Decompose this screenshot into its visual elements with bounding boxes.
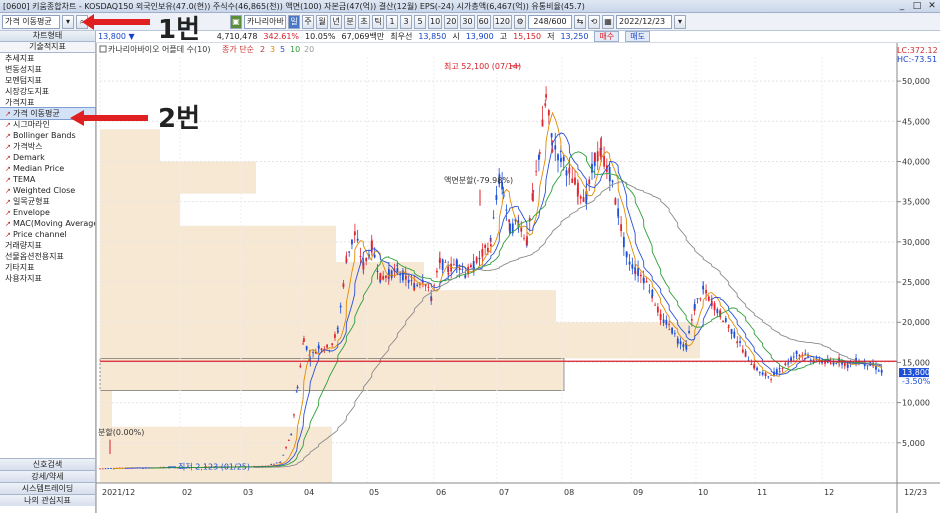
annotation-label-1: 1번 <box>158 15 201 45</box>
arrow-2-icon <box>70 110 148 126</box>
annotation-label-2: 2번 <box>158 104 201 134</box>
annotation-layer <box>70 14 150 126</box>
arrow-1-icon <box>82 14 150 30</box>
